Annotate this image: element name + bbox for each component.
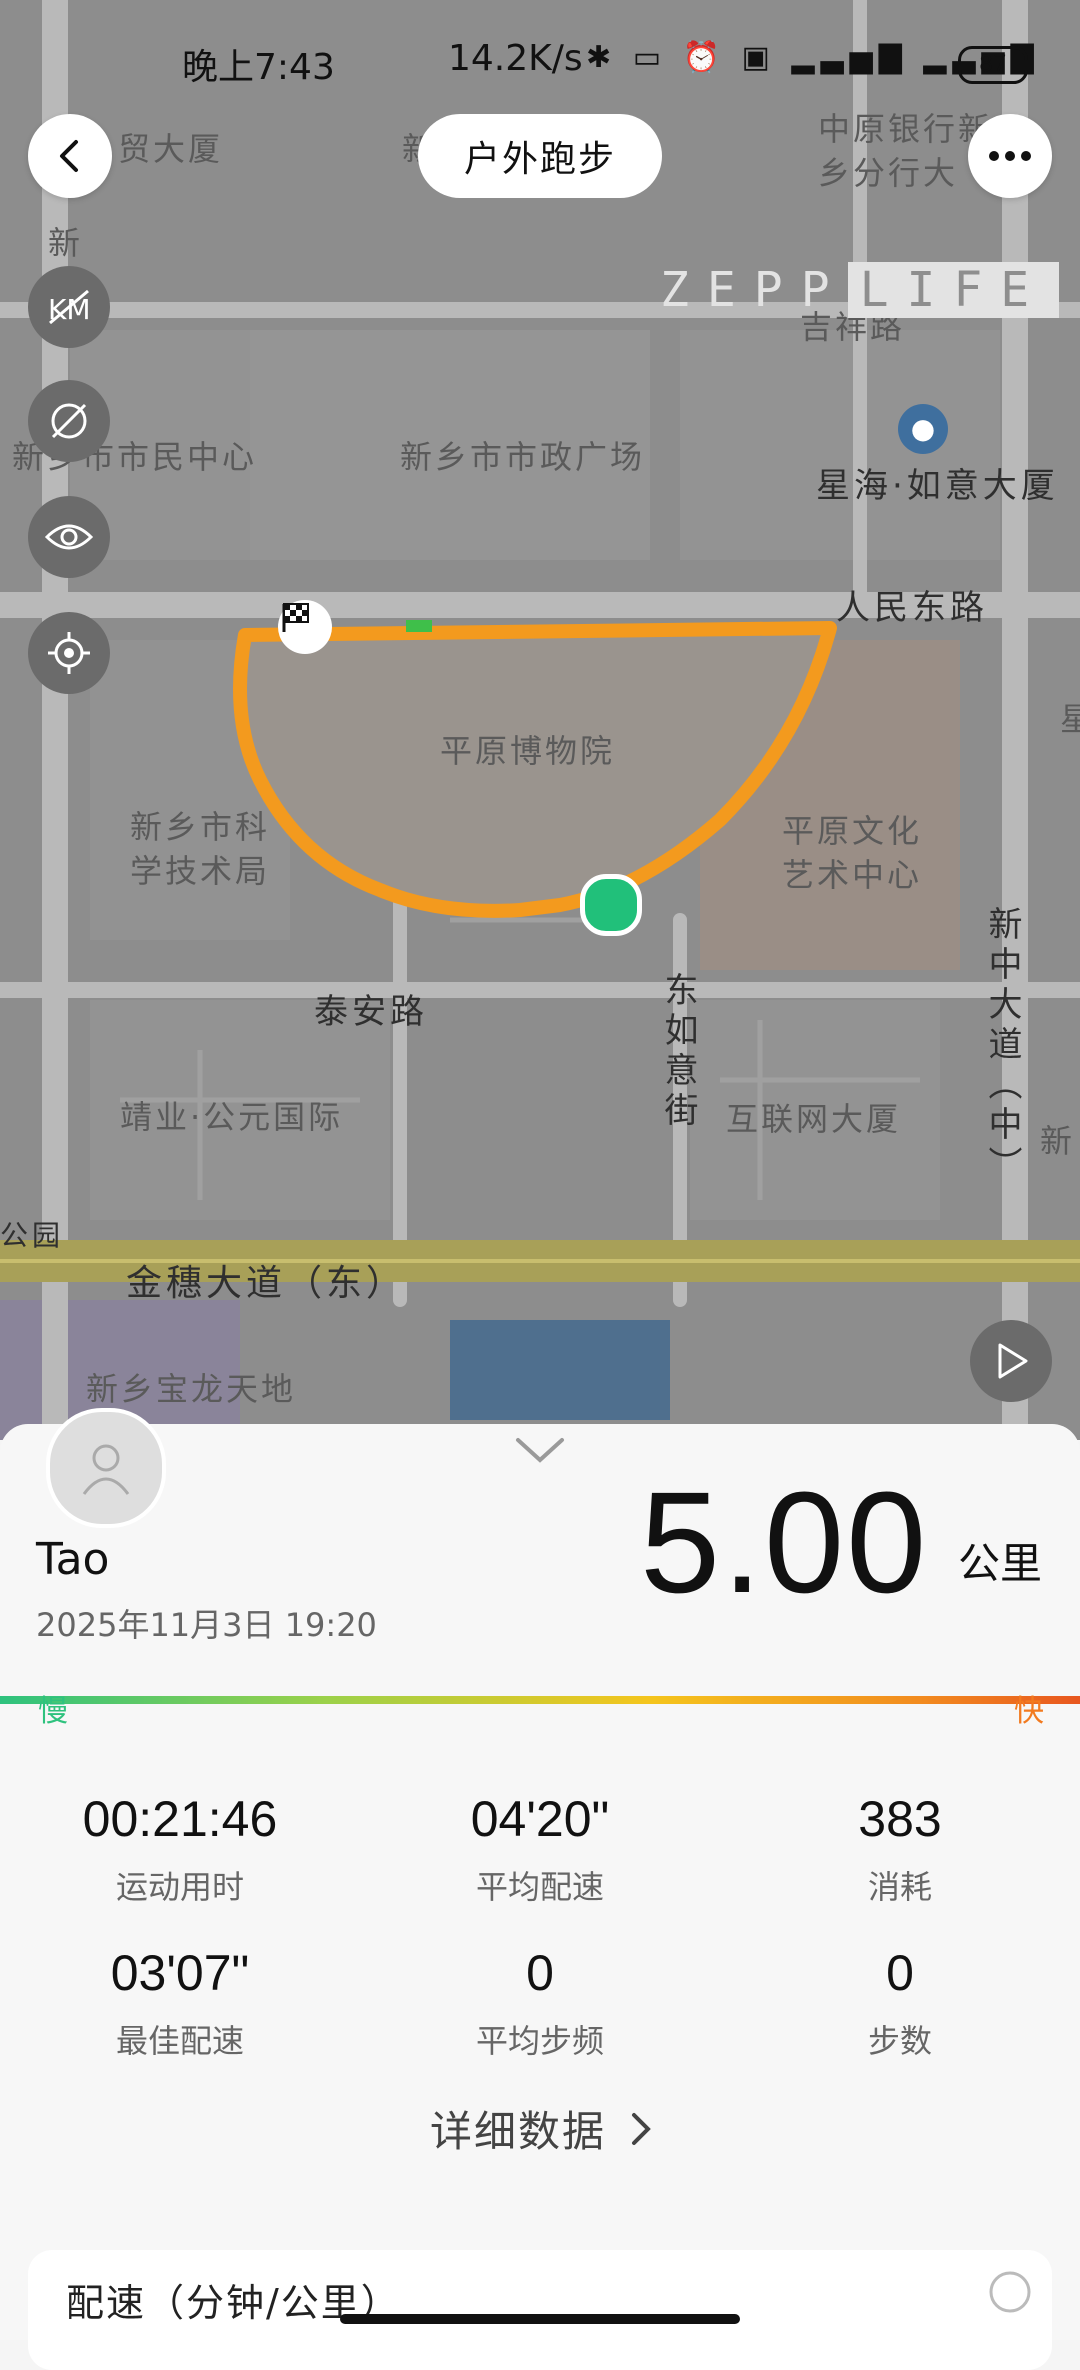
map-label: 新 — [1040, 1122, 1076, 1160]
map-label: 互联网大厦 — [726, 1100, 902, 1138]
stat-calories: 383 消耗 — [750, 1790, 1050, 1908]
map-layer-toggle-button[interactable] — [28, 380, 110, 462]
watermark-text: LIFE — [847, 262, 1060, 318]
detail-data-link[interactable]: 详细数据 — [430, 2098, 656, 2159]
start-point-marker — [580, 874, 642, 936]
status-time: 晚上7:43 — [182, 47, 335, 88]
stat-label: 最佳配速 — [115, 2022, 244, 2060]
brand-watermark: ZEPP LIFE — [660, 262, 1060, 318]
stat-value: 03'07" — [110, 1945, 250, 2001]
alarm-icon: ⏰ — [682, 40, 726, 75]
map-label: 星 — [1060, 700, 1080, 738]
route-map[interactable]: 贸大厦 新 中原银行新 乡分行大 新 吉祥路 新乡市市民中心 新乡市市政广场 ●… — [0, 0, 1080, 1440]
more-button[interactable] — [968, 114, 1052, 198]
chevron-left-icon — [60, 140, 78, 172]
user-icon — [82, 1444, 130, 1495]
locate-button[interactable] — [28, 612, 110, 694]
stat-value: 0 — [886, 1945, 914, 2001]
more-dots-icon — [989, 151, 1031, 161]
layers-off-icon — [51, 403, 87, 439]
pace-gradient-bar — [0, 1696, 1080, 1704]
bluetooth-icon: ✱ — [586, 40, 618, 75]
activity-title: 户外跑步 — [418, 114, 662, 198]
network-speed: 14.2K/s — [448, 38, 583, 79]
stat-avg-cadence: 0 平均步频 — [390, 1944, 690, 2062]
pace-card[interactable]: 配速（分钟/公里） — [28, 2250, 1052, 2370]
back-button[interactable] — [28, 114, 112, 198]
map-label: 新乡宝龙天地 — [86, 1370, 297, 1408]
signal-4g-icon: ▂▃▅▇ — [791, 40, 908, 75]
distance-unit: 公里 — [958, 1539, 1043, 1588]
stat-label: 步数 — [867, 2022, 932, 2060]
pace-slow-label: 慢 — [38, 1694, 68, 1729]
map-label: 东如意街 — [658, 972, 698, 1132]
km-marker-off-icon: KM — [48, 289, 91, 326]
km-marker-toggle-button[interactable]: KM — [28, 266, 110, 348]
username: Tao — [36, 1534, 110, 1585]
map-label: 新乡市市政广场 — [400, 438, 646, 476]
distance-value: 5.00 — [640, 1462, 929, 1623]
visibility-toggle-button[interactable] — [28, 496, 110, 578]
finish-flag-icon — [278, 600, 332, 654]
stat-avg-pace: 04'20" 平均配速 — [390, 1790, 690, 1908]
stat-duration: 00:21:46 运动用时 — [30, 1790, 330, 1908]
map-label: 星海·如意大厦 — [816, 466, 1059, 506]
info-icon[interactable] — [988, 2270, 1032, 2314]
map-label: 平原文化 — [782, 812, 923, 850]
map-label: 贸大厦 — [118, 130, 224, 168]
detail-data-label: 详细数据 — [430, 2107, 607, 2156]
map-label: 金穗大道（东） — [126, 1263, 407, 1304]
stat-label: 平均步频 — [475, 2022, 604, 2060]
eye-icon — [45, 524, 93, 550]
avatar[interactable] — [46, 1408, 166, 1528]
map-graphics — [0, 0, 1080, 1440]
locate-crosshair-icon — [48, 632, 90, 674]
map-label: 公园 — [0, 1219, 65, 1252]
play-icon — [998, 1343, 1028, 1379]
map-label: 平原博物院 — [440, 732, 616, 770]
poi-pin-icon: ● — [898, 404, 948, 454]
map-label: 乡分行大 — [818, 154, 959, 192]
map-label: 新乡市科 — [130, 808, 271, 846]
map-label: 泰安路 — [314, 992, 428, 1032]
stat-value: 0 — [526, 1945, 554, 2001]
stat-steps: 0 步数 — [750, 1944, 1050, 2062]
battery-icon: 87 — [958, 46, 1028, 84]
pace-fast-label: 快 — [1014, 1694, 1044, 1729]
map-label: 学技术局 — [130, 852, 271, 890]
home-indicator[interactable] — [340, 2314, 740, 2324]
replay-button[interactable] — [970, 1320, 1052, 1402]
vibrate-icon: ▭ — [632, 40, 668, 75]
stat-best-pace: 03'07" 最佳配速 — [30, 1944, 330, 2062]
chevron-down-icon — [516, 1438, 564, 1463]
map-label: 靖业·公元国际 — [120, 1098, 344, 1136]
status-bar: 晚上7:43 14.2K/s ✱ ▭ ⏰ ▣ ▂▃▅▇ ▂▃▅▇ 87 — [0, 0, 1080, 120]
map-label: 新 — [48, 224, 84, 262]
map-label: 人民东路 — [836, 588, 988, 628]
stat-label: 运动用时 — [115, 1868, 244, 1906]
map-label: 新中大道（中） — [982, 906, 1022, 1186]
stat-value: 00:21:46 — [82, 1791, 278, 1847]
chevron-right-icon — [632, 2112, 651, 2145]
watermark-text: ZEPP — [660, 262, 848, 318]
stat-label: 消耗 — [867, 1868, 932, 1906]
stat-label: 平均配速 — [475, 1868, 604, 1906]
hd-icon: ▣ — [741, 40, 776, 75]
activity-datetime: 2025年11月3日 19:20 — [36, 1606, 377, 1644]
map-label: 艺术中心 — [782, 856, 923, 894]
stat-value: 04'20" — [470, 1791, 610, 1847]
collapse-sheet-button[interactable] — [514, 1436, 566, 1468]
stat-value: 383 — [858, 1791, 942, 1847]
